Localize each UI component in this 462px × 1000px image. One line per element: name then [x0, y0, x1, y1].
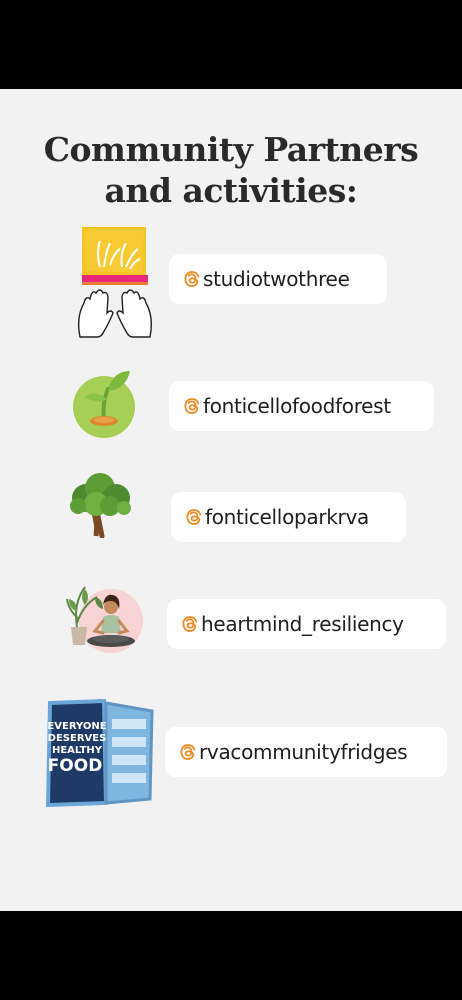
partner-handle-4[interactable]: heartmind_resiliency	[167, 599, 446, 649]
fridge-sign-line-3: HEALTHY	[52, 745, 103, 756]
meditation-icon	[65, 583, 147, 659]
story-card: Community Partners and activities: studi…	[0, 89, 462, 911]
partner-handle-2[interactable]: fonticellofoodforest	[169, 381, 434, 431]
fridge-sign-line-4: FOOD	[48, 756, 103, 776]
partner-handle-text: fonticelloparkrva	[205, 505, 369, 529]
partner-handle-text: rvacommunityfridges	[199, 740, 408, 764]
fridge-sign-line-2: DESERVES	[48, 733, 107, 744]
threads-icon	[180, 744, 196, 760]
tree-icon	[66, 472, 134, 539]
threads-icon	[184, 398, 200, 414]
partner-handle-1[interactable]: studiotwothree	[169, 254, 387, 304]
page-title: Community Partners and activities:	[0, 129, 462, 211]
title-line-1: Community Partners	[43, 130, 419, 169]
threads-icon	[186, 509, 202, 525]
community-fridge-icon: EVERYONE DESERVES HEALTHY FOOD	[44, 698, 156, 808]
partner-handle-3[interactable]: fonticelloparkrva	[171, 492, 406, 542]
partner-handle-text: heartmind_resiliency	[201, 612, 404, 636]
sprout-icon	[72, 365, 138, 439]
title-line-2: and activities:	[104, 171, 358, 210]
threads-icon	[184, 271, 200, 287]
hands-painting-icon	[74, 225, 156, 340]
partner-handle-text: fonticellofoodforest	[203, 394, 391, 418]
fridge-sign-line-1: EVERYONE	[47, 721, 106, 732]
partner-handle-text: studiotwothree	[203, 267, 350, 291]
threads-icon	[182, 616, 198, 632]
partner-handle-5[interactable]: rvacommunityfridges	[165, 727, 447, 777]
